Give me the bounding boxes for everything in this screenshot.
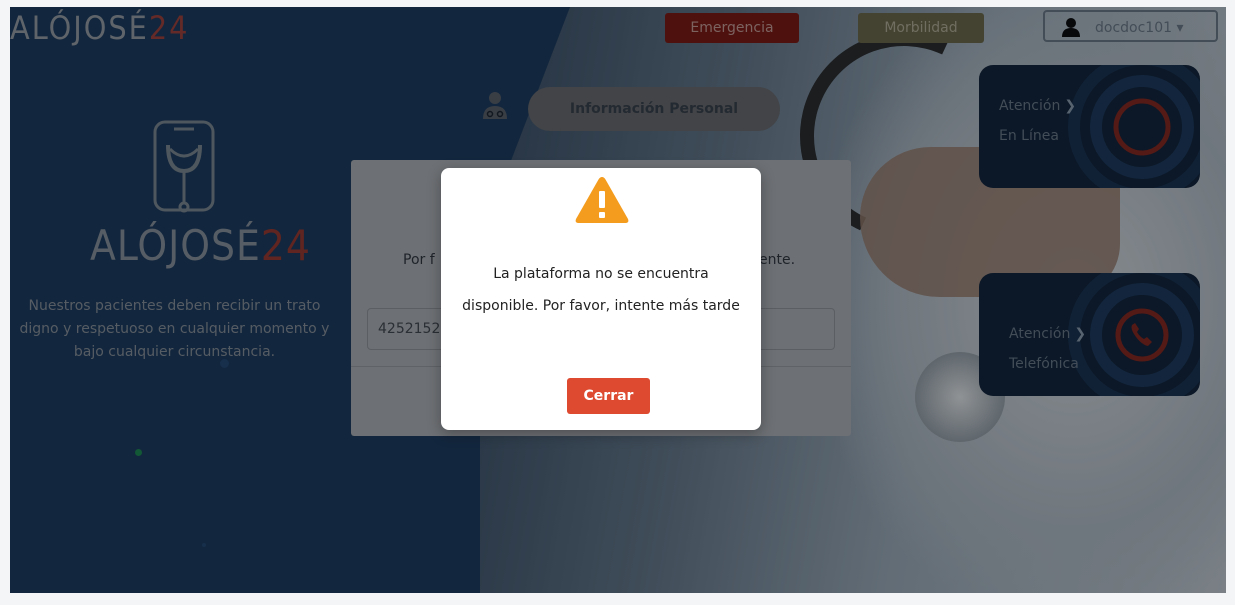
close-button[interactable]: Cerrar — [567, 378, 650, 414]
warning-icon — [575, 177, 629, 223]
alert-message: La plataforma no se encuentra disponible… — [462, 266, 740, 314]
background-modal-text-right: ente. — [759, 252, 796, 268]
app-frame: ALÓJOSÉ24 Emergencia Morbilidad docdoc10… — [10, 7, 1226, 593]
background-modal-text-left: Por f — [403, 252, 435, 268]
alert-dialog: La plataforma no se encuentra disponible… — [441, 168, 761, 430]
